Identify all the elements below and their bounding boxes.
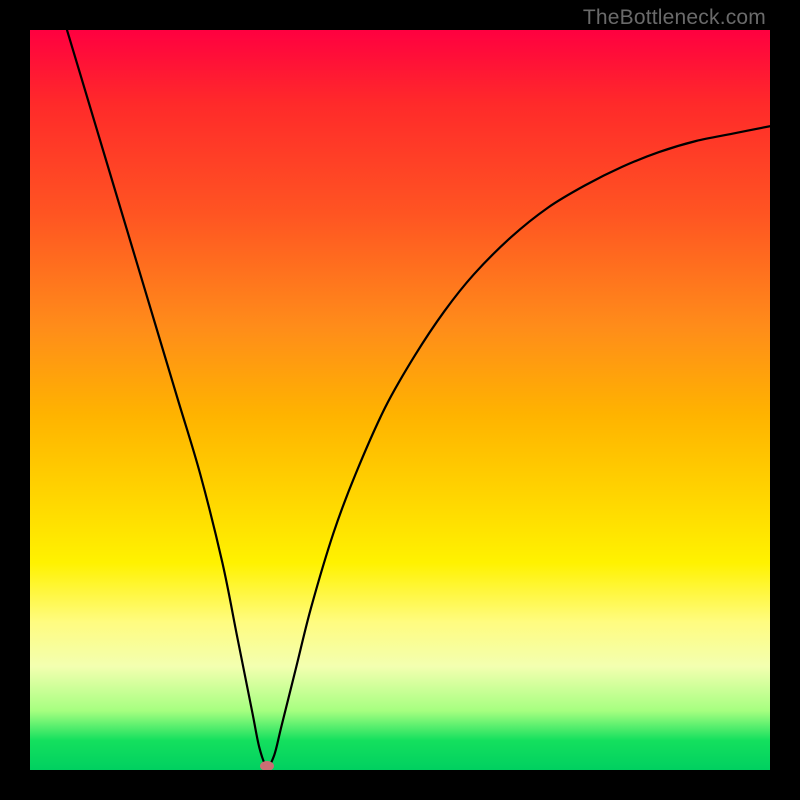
chart-frame: TheBottleneck.com (0, 0, 800, 800)
watermark-text: TheBottleneck.com (583, 6, 766, 30)
plot-area (30, 30, 770, 770)
bottleneck-curve (30, 30, 770, 770)
minimum-marker-icon (260, 761, 274, 770)
